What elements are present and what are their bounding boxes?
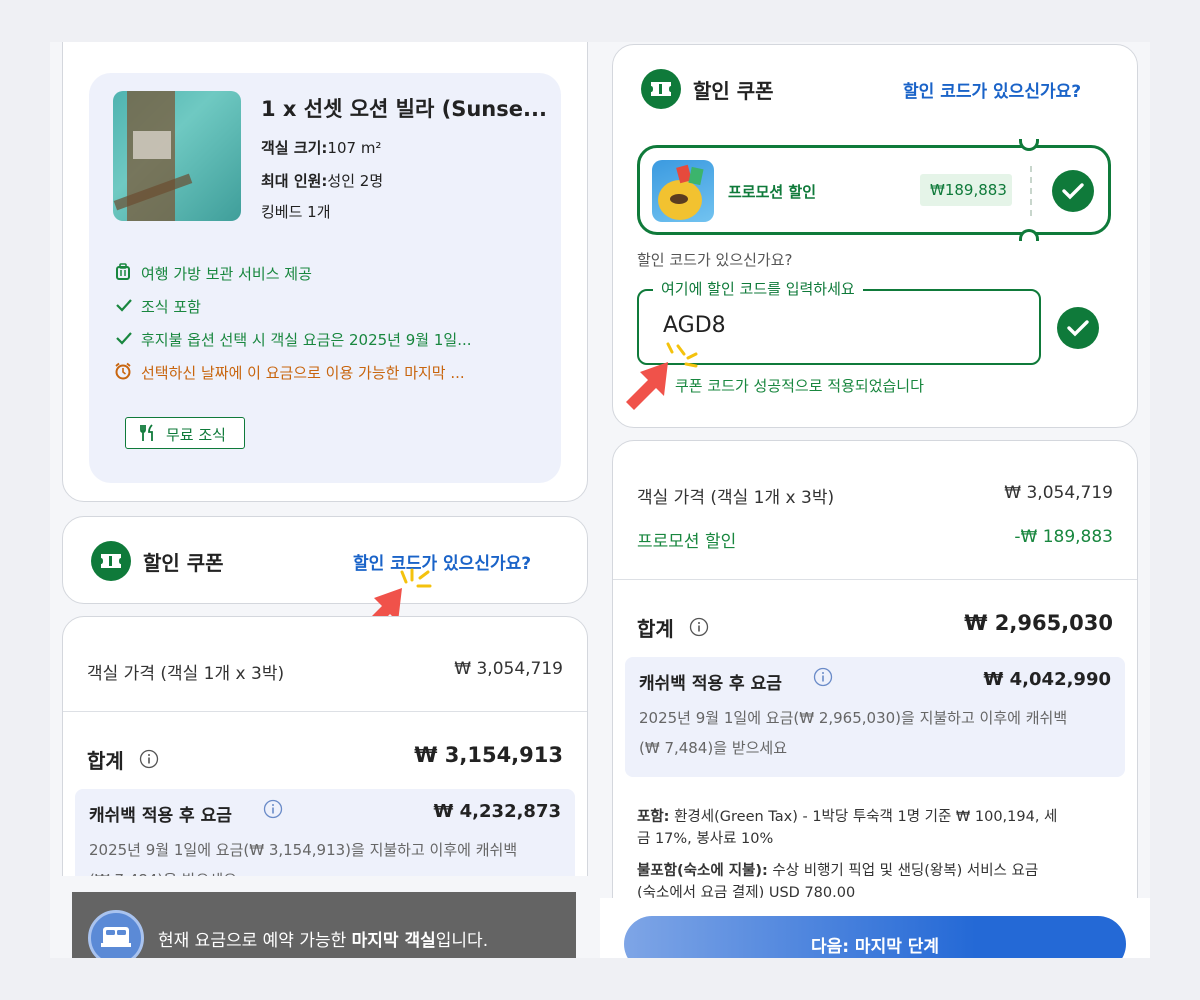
feature-luggage: 여행 가방 보관 서비스 제공	[141, 265, 312, 283]
discount-code-link[interactable]: 할인 코드가 있으신가요?	[903, 77, 1081, 102]
excluded-text-1: 수상 비행기 픽업 및 샌딩(왕복) 서비스 요금	[767, 863, 1039, 879]
code-question: 할인 코드가 있으신가요?	[637, 251, 793, 269]
next-step-label: 다음: 마지막 단계	[810, 937, 940, 957]
discount-code-input[interactable]: AGD8	[663, 313, 726, 338]
cashback-value: ₩ 4,232,873	[433, 801, 561, 822]
promo-amount: ₩189,883	[930, 181, 1007, 199]
cashback-label: 캐쉬백 적용 후 요금	[639, 674, 782, 694]
promo-label: 프로모션 할인	[728, 183, 817, 201]
ticket-icon	[641, 69, 681, 109]
total-value: ₩ 2,965,030	[964, 611, 1113, 635]
feature-breakfast: 조식 포함	[141, 298, 201, 316]
free-breakfast-label: 무료 조식	[166, 426, 226, 444]
room-capacity: 최대 인원:성인 2명	[261, 170, 383, 191]
total-label: 합계	[87, 749, 124, 773]
room-info-box: 1 x 선셋 오션 빌라 (Sunse... 객실 크기:107 m² 최대 인…	[89, 73, 561, 483]
included-text-1: 환경세(Green Tax) - 1박당 투숙객 1명 기준 ₩ 100,194…	[669, 809, 1058, 825]
total-label: 합계	[637, 617, 674, 641]
promo-amount-chip: ₩189,883	[920, 174, 1012, 206]
next-step-button[interactable]: 다음: 마지막 단계	[624, 916, 1126, 958]
info-icon[interactable]	[139, 749, 159, 769]
toast-text-prefix: 현재 요금으로 예약 가능한	[158, 931, 352, 951]
info-icon[interactable]	[813, 667, 833, 687]
discount-code-link[interactable]: 할인 코드가 있으신가요?	[353, 549, 531, 574]
toast-message: 현재 요금으로 예약 가능한 마지막 객실입니다.	[158, 926, 488, 951]
cashback-box: 캐쉬백 적용 후 요금 ₩ 4,042,990 2025년 9월 1일에 요금(…	[625, 657, 1125, 777]
info-icon[interactable]	[689, 617, 709, 637]
check-icon	[115, 330, 133, 346]
free-breakfast-badge[interactable]: 무료 조식	[125, 417, 245, 449]
excluded-label: 불포함(숙소에 지불):	[637, 863, 768, 879]
luggage-icon	[115, 263, 131, 281]
cashback-desc-line1: 2025년 9월 1일에 요금(₩ 2,965,030)을 지불하고 이후에 캐…	[639, 709, 1068, 727]
total-value: ₩ 3,154,913	[414, 743, 563, 767]
cashback-desc-line1: 2025년 9월 1일에 요금(₩ 3,154,913)을 지불하고 이후에 캐…	[89, 841, 518, 859]
bed-icon	[88, 910, 144, 958]
room-price-label: 객실 가격 (객실 1개 x 3박)	[637, 488, 835, 508]
pointer-arrow-icon	[620, 358, 676, 414]
promo-coupon-ticket[interactable]: 프로모션 할인 ₩189,883	[637, 145, 1111, 235]
room-card: 1 x 선셋 오션 빌라 (Sunse... 객실 크기:107 m² 최대 인…	[62, 42, 588, 502]
info-icon[interactable]	[263, 799, 283, 819]
price-divider	[613, 579, 1137, 580]
coupon-title: 할인 쿠폰	[693, 79, 774, 103]
feature-pay-later: 후지불 옵션 선택 시 객실 요금은 2025년 9월 1일...	[141, 331, 472, 349]
included-line2: 금 17%, 봉사료 10%	[637, 831, 774, 847]
room-size: 객실 크기:107 m²	[261, 137, 381, 158]
check-icon	[115, 297, 133, 313]
last-room-toast: 현재 요금으로 예약 가능한 마지막 객실입니다.	[72, 892, 576, 958]
room-capacity-value: 성인 2명	[327, 172, 384, 190]
coupon-title: 할인 쿠폰	[143, 551, 224, 575]
cashback-label: 캐쉬백 적용 후 요금	[89, 806, 232, 826]
left-panel: 1 x 선셋 오션 빌라 (Sunse... 객실 크기:107 m² 최대 인…	[50, 42, 600, 958]
room-photo	[113, 91, 241, 221]
alarm-clock-icon	[114, 362, 132, 380]
room-bed: 킹베드 1개	[261, 203, 331, 221]
room-size-label: 객실 크기:	[261, 139, 328, 157]
room-price-value: ₩ 3,054,719	[1004, 483, 1113, 503]
price-divider	[63, 711, 587, 712]
coupon-success-message: 쿠폰 코드가 성공적으로 적용되었습니다	[675, 377, 924, 395]
room-capacity-label: 최대 인원:	[261, 172, 328, 190]
room-price-value: ₩ 3,054,719	[454, 659, 563, 679]
feature-last-room: 선택하신 날짜에 이 요금으로 이용 가능한 마지막 ...	[141, 364, 465, 382]
checkmark-icon	[1052, 170, 1094, 212]
excluded-line1: 불포함(숙소에 지불): 수상 비행기 픽업 및 샌딩(왕복) 서비스 요금	[637, 859, 1038, 880]
discount-code-field-label: 여기에 할인 코드를 입력하세요	[653, 278, 863, 299]
price-summary-card: 객실 가격 (객실 1개 x 3박) ₩ 3,054,719 프로모션 할인 -…	[612, 440, 1138, 958]
promo-illustration	[652, 160, 714, 222]
right-panel: 할인 쿠폰 할인 코드가 있으신가요? 프로모션 할인 ₩189,883 할인 …	[600, 42, 1150, 958]
cashback-value: ₩ 4,042,990	[983, 669, 1111, 690]
included-line1: 포함: 환경세(Green Tax) - 1박당 투숙객 1명 기준 ₩ 100…	[637, 805, 1057, 826]
cutlery-icon	[140, 424, 156, 446]
toast-text-bold: 마지막 객실	[351, 931, 436, 951]
promo-discount-label: 프로모션 할인	[637, 532, 737, 552]
promo-discount-value: -₩ 189,883	[1014, 527, 1113, 547]
ticket-perforation	[1030, 166, 1032, 216]
room-price-label: 객실 가격 (객실 1개 x 3박)	[87, 664, 285, 684]
room-title: 1 x 선셋 오션 빌라 (Sunse...	[261, 97, 547, 121]
included-label: 포함:	[637, 809, 670, 825]
ticket-icon	[91, 541, 131, 581]
toast-text-suffix: 입니다.	[435, 931, 489, 951]
cashback-desc-line2: (₩ 7,484)을 받으세요	[639, 739, 788, 757]
room-size-value: 107 m²	[327, 139, 382, 157]
coupon-card: 할인 쿠폰 할인 코드가 있으신가요?	[62, 516, 588, 604]
checkmark-icon	[1057, 307, 1099, 349]
